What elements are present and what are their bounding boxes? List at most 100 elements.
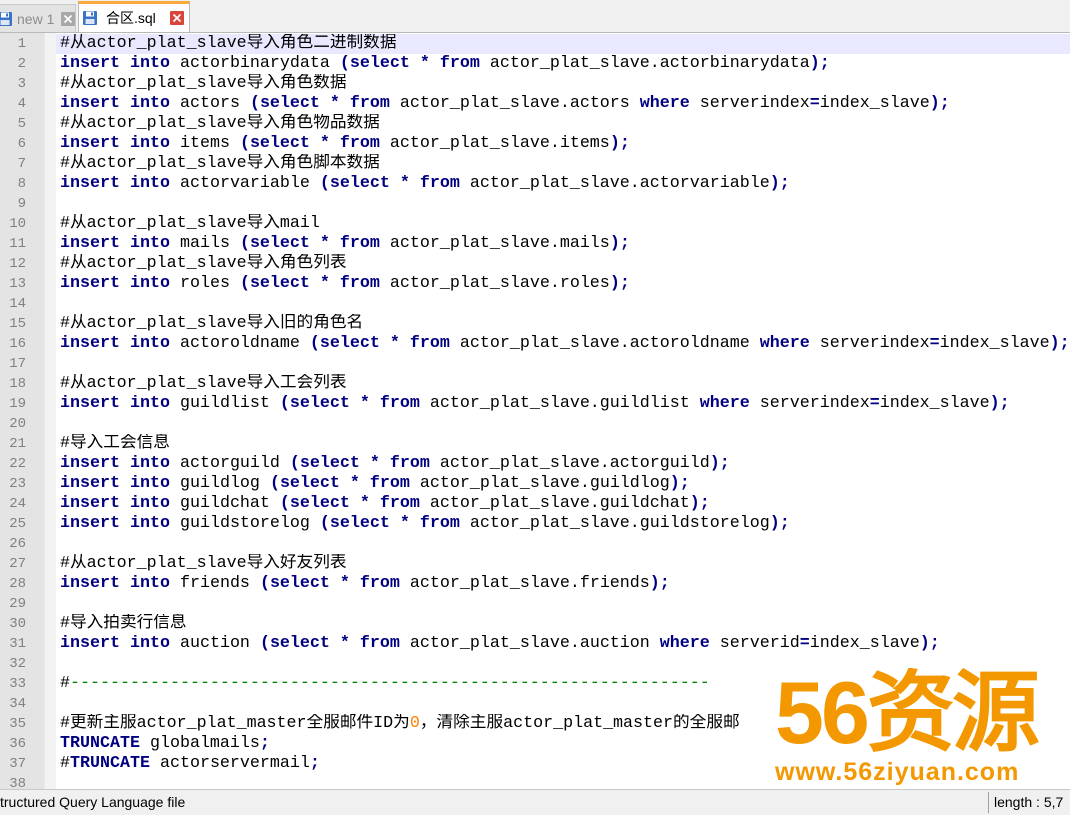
line-number[interactable]: 4 bbox=[0, 94, 44, 114]
code-operator: * bbox=[339, 634, 350, 653]
code-line[interactable]: insert into friends (select * from actor… bbox=[56, 574, 1070, 594]
line-number[interactable]: 12 bbox=[0, 254, 44, 274]
line-number[interactable]: 24 bbox=[0, 494, 44, 514]
line-number[interactable]: 16 bbox=[0, 334, 44, 354]
line-number[interactable]: 6 bbox=[0, 134, 44, 154]
code-line[interactable]: #从actor_plat_slave导入角色二进制数据 bbox=[56, 34, 1070, 54]
line-number[interactable]: 30 bbox=[0, 614, 44, 634]
code-line[interactable] bbox=[56, 194, 1070, 214]
code-line[interactable]: #从actor_plat_slave导入角色脚本数据 bbox=[56, 154, 1070, 174]
code-operator: ; bbox=[939, 94, 950, 113]
editor[interactable]: 1 2 3 4 5 6 7 8 9 10 11 12 13 14 15 16 17 18 19 20 21 22 23 24 2… bbox=[0, 33, 1070, 789]
line-number[interactable]: 5 bbox=[0, 114, 44, 134]
code-area[interactable]: #从actor_plat_slave导入角色二进制数据 insert into a… bbox=[56, 34, 1070, 789]
line-number[interactable]: 17 bbox=[0, 354, 44, 374]
code-line[interactable]: insert into roles (select * from actor_p… bbox=[56, 274, 1070, 294]
code-line[interactable] bbox=[56, 594, 1070, 614]
code-line[interactable]: #更新主服actor_plat_master全服邮件ID为0，清除主服actor… bbox=[56, 714, 1070, 734]
code-keyword: into bbox=[129, 454, 170, 473]
close-icon[interactable] bbox=[170, 11, 184, 25]
code-line[interactable]: insert into actorvariable (select * from… bbox=[56, 174, 1070, 194]
code-line[interactable]: insert into guildlist (select * from act… bbox=[56, 394, 1070, 414]
line-number[interactable]: 20 bbox=[0, 414, 44, 434]
code-line[interactable]: #导入工会信息 bbox=[56, 434, 1070, 454]
line-number[interactable]: 29 bbox=[0, 594, 44, 614]
line-number[interactable]: 22 bbox=[0, 454, 44, 474]
code-line[interactable]: insert into actors (select * from actor_… bbox=[56, 94, 1070, 114]
line-number-gutter[interactable]: 1 2 3 4 5 6 7 8 9 10 11 12 13 14 15 16 17 18 19 20 21 22 23 24 2… bbox=[0, 33, 44, 789]
code-line[interactable]: #从actor_plat_slave导入mail bbox=[56, 214, 1070, 234]
code-line[interactable] bbox=[56, 654, 1070, 674]
tab-new-1[interactable]: new 1 bbox=[0, 4, 76, 32]
line-number[interactable]: 7 bbox=[0, 154, 44, 174]
line-number[interactable]: 27 bbox=[0, 554, 44, 574]
code-line[interactable]: #导入拍卖行信息 bbox=[56, 614, 1070, 634]
tab-sql-file[interactable]: 合区.sql bbox=[78, 1, 190, 32]
code-operator: * bbox=[399, 174, 410, 193]
line-number[interactable]: 28 bbox=[0, 574, 44, 594]
line-number[interactable]: 37 bbox=[0, 754, 44, 774]
line-number[interactable]: 9 bbox=[0, 194, 44, 214]
code-keyword: select bbox=[249, 274, 310, 293]
code-line[interactable]: insert into guildstorelog (select * from… bbox=[56, 514, 1070, 534]
code-operator: * bbox=[359, 494, 370, 513]
line-number[interactable]: 35 bbox=[0, 714, 44, 734]
code-line[interactable]: insert into guildlog (select * from acto… bbox=[56, 474, 1070, 494]
line-number[interactable]: 2 bbox=[0, 54, 44, 74]
code-operator: ; bbox=[779, 174, 790, 193]
code-text: actor_plat_slave.roles bbox=[379, 274, 610, 293]
code-line[interactable]: TRUNCATE globalmails; bbox=[56, 734, 1070, 754]
line-number[interactable]: 34 bbox=[0, 694, 44, 714]
line-number[interactable]: 18 bbox=[0, 374, 44, 394]
line-number[interactable]: 33 bbox=[0, 674, 44, 694]
line-number[interactable]: 14 bbox=[0, 294, 44, 314]
code-text: guildlog bbox=[169, 474, 270, 493]
code-operator: ( bbox=[279, 494, 290, 513]
line-number[interactable]: 15 bbox=[0, 314, 44, 334]
code-line[interactable] bbox=[56, 414, 1070, 434]
code-line[interactable] bbox=[56, 694, 1070, 714]
code-line[interactable]: #从actor_plat_slave导入角色物品数据 bbox=[56, 114, 1070, 134]
line-number[interactable]: 11 bbox=[0, 234, 44, 254]
line-number[interactable]: 26 bbox=[0, 534, 44, 554]
code-line[interactable]: insert into auction (select * from actor… bbox=[56, 634, 1070, 654]
line-number[interactable]: 10 bbox=[0, 214, 44, 234]
code-line[interactable] bbox=[56, 774, 1070, 789]
close-icon[interactable] bbox=[61, 12, 75, 26]
code-line[interactable]: insert into actoroldname (select * from … bbox=[56, 334, 1070, 354]
code-line[interactable] bbox=[56, 294, 1070, 314]
code-line[interactable]: insert into actorguild (select * from ac… bbox=[56, 454, 1070, 474]
line-number[interactable]: 8 bbox=[0, 174, 44, 194]
line-number[interactable]: 3 bbox=[0, 74, 44, 94]
code-line[interactable]: insert into items (select * from actor_p… bbox=[56, 134, 1070, 154]
line-number[interactable]: 38 bbox=[0, 774, 44, 789]
code-line[interactable]: insert into mails (select * from actor_p… bbox=[56, 234, 1070, 254]
code-text: actor_plat_slave.friends bbox=[399, 574, 650, 593]
code-line[interactable]: #从actor_plat_slave导入好友列表 bbox=[56, 554, 1070, 574]
line-number[interactable]: 21 bbox=[0, 434, 44, 454]
code-line[interactable]: #TRUNCATE actorservermail; bbox=[56, 754, 1070, 774]
line-number[interactable]: 1 bbox=[0, 34, 44, 54]
code-line[interactable]: insert into guildchat (select * from act… bbox=[56, 494, 1070, 514]
line-number[interactable]: 36 bbox=[0, 734, 44, 754]
code-line[interactable] bbox=[56, 534, 1070, 554]
line-number[interactable]: 31 bbox=[0, 634, 44, 654]
line-number[interactable]: 25 bbox=[0, 514, 44, 534]
code-operator: ( bbox=[339, 54, 350, 73]
code-line[interactable]: #从actor_plat_slave导入角色数据 bbox=[56, 74, 1070, 94]
code-line[interactable]: #从actor_plat_slave导入角色列表 bbox=[56, 254, 1070, 274]
line-number[interactable]: 13 bbox=[0, 274, 44, 294]
code-line[interactable] bbox=[56, 354, 1070, 374]
code-line[interactable]: #从actor_plat_slave导入旧的角色名 bbox=[56, 314, 1070, 334]
code-line[interactable]: insert into actorbinarydata (select * fr… bbox=[56, 54, 1070, 74]
line-number[interactable]: 23 bbox=[0, 474, 44, 494]
code-line[interactable]: #从actor_plat_slave导入工会列表 bbox=[56, 374, 1070, 394]
fold-margin[interactable] bbox=[44, 33, 56, 789]
line-number[interactable]: 19 bbox=[0, 394, 44, 414]
code-text: # bbox=[60, 674, 70, 693]
line-number[interactable]: 32 bbox=[0, 654, 44, 674]
code-line[interactable]: #---------------------------------------… bbox=[56, 674, 1070, 694]
